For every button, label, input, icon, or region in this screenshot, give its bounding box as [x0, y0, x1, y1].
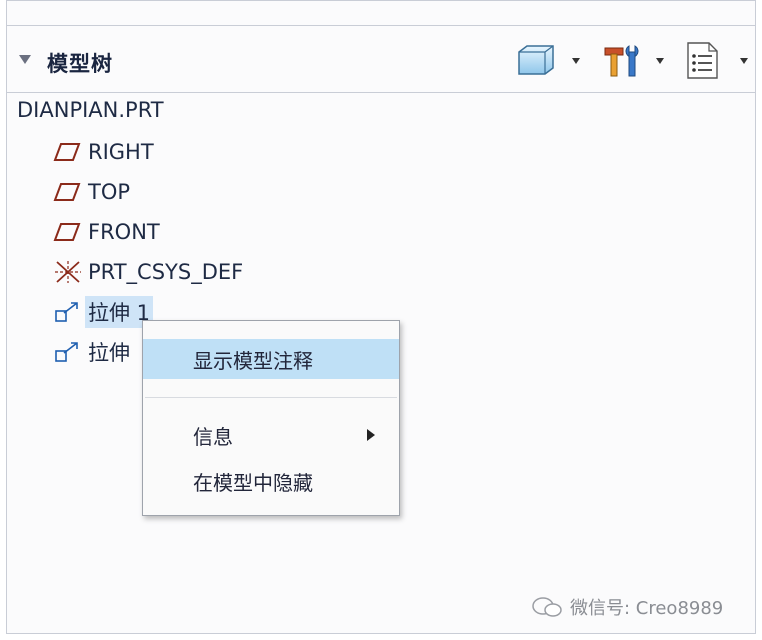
datum-plane-icon: [53, 139, 85, 165]
tree-root-part[interactable]: DIANPIAN.PRT: [17, 98, 164, 122]
tools-icon: [604, 45, 639, 77]
display-style-icon: [518, 45, 554, 75]
extrude-icon: [53, 299, 85, 325]
settings-list-icon: [687, 42, 718, 79]
tree-item-top[interactable]: TOP: [53, 177, 133, 207]
menu-item-label: 显示模型注释: [193, 348, 313, 373]
settings-dropdown-arrow[interactable]: [740, 58, 748, 64]
settings-button[interactable]: [685, 40, 721, 80]
tree-item-label: 拉伸: [88, 341, 130, 365]
submenu-arrow-icon: [367, 429, 375, 441]
model-tree-header: 模型树: [7, 26, 755, 93]
menu-item-label: 在模型中隐藏: [193, 470, 313, 495]
tree-item-front[interactable]: FRONT: [53, 217, 163, 247]
datum-plane-icon: [53, 219, 85, 245]
menu-item-label: 信息: [193, 424, 233, 449]
panel-title: 模型树: [47, 52, 113, 76]
tree-item-right[interactable]: RIGHT: [53, 137, 157, 167]
tree-item-extrude-2[interactable]: 拉伸: [53, 337, 133, 367]
tools-dropdown-arrow[interactable]: [656, 58, 664, 64]
menu-item-hide-in-model[interactable]: 在模型中隐藏: [143, 461, 399, 501]
model-tree-panel: 模型树 DIANPIAN.PRT RIGHT TOP FRONT PRT_CSY…: [6, 0, 756, 634]
tree-item-extrude-1[interactable]: 拉伸 1: [53, 296, 154, 328]
tools-button[interactable]: [601, 40, 643, 80]
tree-item-csys[interactable]: PRT_CSYS_DEF: [53, 257, 246, 287]
collapse-triangle-icon[interactable]: [19, 55, 31, 64]
watermark: 微信号: Creo8989: [530, 594, 723, 620]
menu-item-info[interactable]: 信息: [143, 415, 399, 455]
menu-separator: [145, 397, 397, 398]
context-menu: 显示模型注释 信息 在模型中隐藏: [142, 320, 400, 516]
panel-top-strip: [7, 1, 755, 26]
coordinate-system-icon: [53, 259, 85, 285]
tree-item-label: FRONT: [88, 220, 160, 244]
tree-item-label: PRT_CSYS_DEF: [88, 260, 244, 284]
display-style-dropdown-arrow[interactable]: [572, 58, 580, 64]
menu-item-show-model-annotations[interactable]: 显示模型注释: [143, 339, 399, 379]
datum-plane-icon: [53, 179, 85, 205]
wechat-icon: [532, 597, 562, 617]
tree-item-label: TOP: [88, 180, 131, 204]
tree-item-label: RIGHT: [88, 140, 154, 164]
extrude-icon: [53, 339, 85, 365]
display-style-button[interactable]: [513, 40, 557, 80]
watermark-text: 微信号: Creo8989: [570, 598, 724, 619]
